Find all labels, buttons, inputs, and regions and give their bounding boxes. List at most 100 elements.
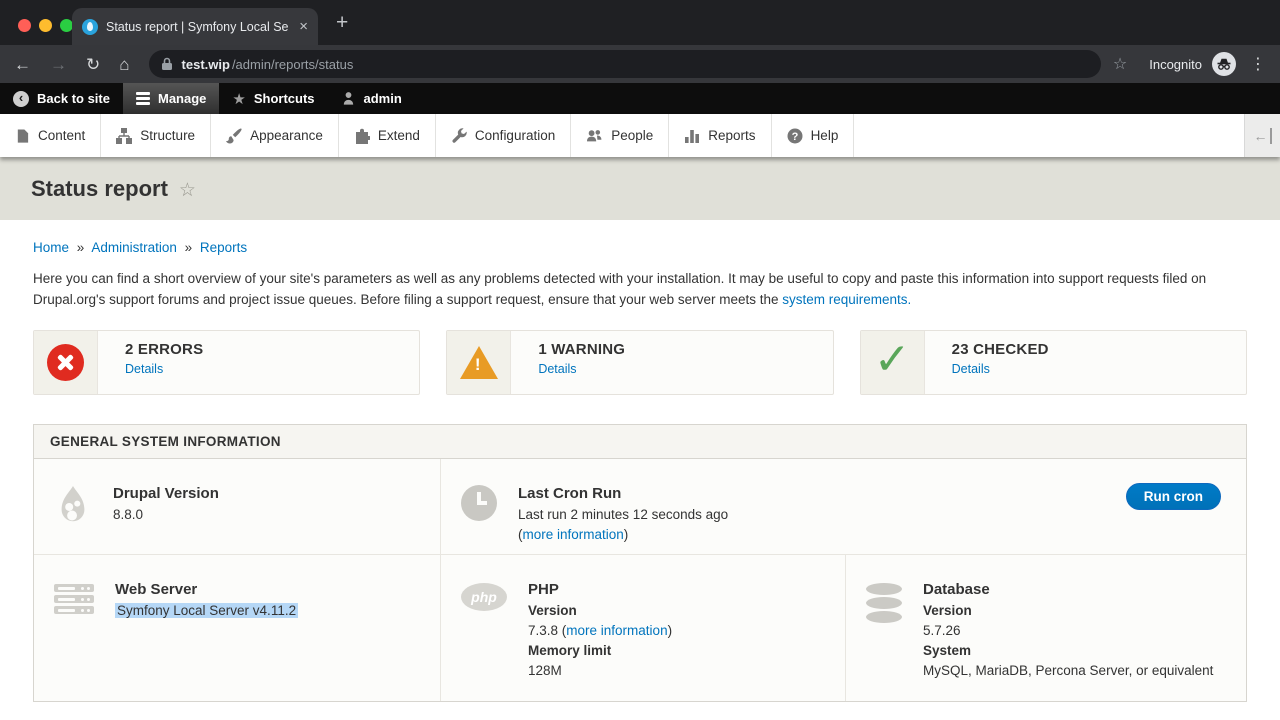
web-server-value-highlighted: Symfony Local Server v4.11.2: [115, 603, 298, 618]
panel-title: GENERAL SYSTEM INFORMATION: [34, 425, 1246, 459]
collapse-icon: ←: [1254, 128, 1272, 144]
reload-icon[interactable]: ↻: [86, 56, 100, 73]
manage-tab[interactable]: Manage: [123, 83, 219, 114]
php-title: PHP: [528, 581, 672, 598]
reports-icon: [684, 128, 700, 144]
menu-item-help[interactable]: ? Help: [772, 114, 855, 157]
errors-count: 2 ERRORS: [125, 341, 203, 358]
url-host: test.wip: [182, 57, 230, 72]
toolbar-orientation-toggle[interactable]: ←: [1244, 114, 1280, 157]
menu-label: Structure: [140, 128, 195, 143]
errors-card: 2 ERRORS Details: [33, 330, 420, 395]
close-window-button[interactable]: [18, 19, 31, 32]
database-cell: Database Version 5.7.26 System MySQL, Ma…: [846, 555, 1246, 701]
lock-icon: [161, 57, 173, 71]
breadcrumb-reports-link[interactable]: Reports: [200, 240, 247, 255]
menu-item-content[interactable]: Content: [0, 114, 101, 157]
web-server-cell: Web Server Symfony Local Server v4.11.2: [34, 555, 441, 701]
appearance-icon: [226, 128, 242, 144]
forward-icon[interactable]: →: [50, 56, 67, 73]
warning-icon: !: [460, 346, 498, 379]
php-icon: php: [461, 583, 507, 611]
php-cell: php PHP Version 7.3.8 (more information)…: [441, 555, 846, 701]
cron-title: Last Cron Run: [518, 485, 728, 502]
menu-item-appearance[interactable]: Appearance: [211, 114, 339, 157]
menu-label: Content: [38, 128, 85, 143]
browser-tab[interactable]: Status report | Symfony Local Se ×: [72, 8, 318, 45]
structure-icon: [116, 128, 132, 144]
home-icon[interactable]: ⌂: [119, 56, 129, 73]
breadcrumb-home-link[interactable]: Home: [33, 240, 69, 255]
admin-menu-bar: Content Structure Appearance Extend Conf…: [0, 114, 1280, 157]
menu-item-people[interactable]: People: [571, 114, 669, 157]
back-icon[interactable]: ←: [14, 56, 31, 73]
last-cron-run-cell: Last Cron Run Last run 2 minutes 12 seco…: [441, 459, 1246, 554]
paren: ): [668, 623, 673, 638]
bookmark-icon[interactable]: ☆: [1113, 54, 1127, 74]
errors-details-link[interactable]: Details: [125, 362, 203, 376]
error-icon: [47, 344, 84, 381]
menu-item-structure[interactable]: Structure: [101, 114, 211, 157]
shortcuts-tab[interactable]: ★ Shortcuts: [219, 83, 327, 114]
incognito-label: Incognito: [1149, 57, 1202, 72]
svg-text:?: ?: [791, 131, 798, 143]
menu-label: Appearance: [250, 128, 323, 143]
drupal-version-cell: Drupal Version 8.8.0: [34, 459, 441, 554]
user-icon: [341, 91, 356, 106]
breadcrumb-separator: »: [77, 240, 85, 255]
shortcuts-label: Shortcuts: [254, 91, 315, 106]
menu-label: Help: [811, 128, 839, 143]
browser-tabstrip: Status report | Symfony Local Se × +: [0, 0, 1280, 45]
drupal-version-value: 8.8.0: [113, 505, 219, 525]
menu-item-configuration[interactable]: Configuration: [436, 114, 571, 157]
new-tab-button[interactable]: +: [336, 11, 348, 35]
address-bar[interactable]: test.wip /admin/reports/status: [149, 50, 1101, 78]
content-icon: [15, 128, 30, 144]
back-to-site-link[interactable]: ‹ Back to site: [0, 83, 123, 114]
breadcrumb-separator: »: [185, 240, 193, 255]
extend-icon: [354, 128, 370, 144]
people-icon: [586, 128, 603, 144]
window-controls: [18, 19, 73, 32]
incognito-icon: [1212, 52, 1236, 76]
database-version-label: Version: [923, 601, 1213, 621]
warnings-icon-cell: !: [447, 331, 511, 394]
warnings-details-link[interactable]: Details: [538, 362, 625, 376]
breadcrumb-administration-link[interactable]: Administration: [91, 240, 177, 255]
database-icon: [866, 581, 902, 701]
database-system-value: MySQL, MariaDB, Percona Server, or equiv…: [923, 661, 1213, 681]
database-system-label: System: [923, 641, 1213, 661]
browser-menu-icon[interactable]: ⋮: [1250, 54, 1266, 74]
php-memory-limit-value: 128M: [528, 661, 672, 681]
page-title: Status report: [31, 176, 168, 202]
checked-details-link[interactable]: Details: [952, 362, 1049, 376]
menu-spacer: [854, 114, 1244, 157]
intro-paragraph: Here you can find a short overview of yo…: [33, 268, 1247, 310]
menu-item-extend[interactable]: Extend: [339, 114, 436, 157]
menu-item-reports[interactable]: Reports: [669, 114, 771, 157]
database-version-value: 5.7.26: [923, 621, 1213, 641]
server-icon: [54, 581, 94, 701]
user-account-tab[interactable]: admin: [328, 83, 415, 114]
menu-label: Extend: [378, 128, 420, 143]
help-icon: ?: [787, 128, 803, 144]
web-server-title: Web Server: [115, 581, 298, 598]
admin-toolbar: ‹ Back to site Manage ★ Shortcuts admin: [0, 83, 1280, 114]
drupal-favicon-icon: [82, 19, 98, 35]
manage-label: Manage: [158, 91, 206, 106]
php-more-information-link[interactable]: more information: [566, 623, 667, 638]
cron-last-run: Last run 2 minutes 12 seconds ago: [518, 505, 728, 525]
system-requirements-link[interactable]: system requirements.: [782, 292, 911, 307]
tab-close-icon[interactable]: ×: [299, 18, 308, 35]
shortcut-toggle-star-icon[interactable]: ☆: [179, 179, 196, 202]
manage-icon: [136, 92, 150, 105]
main-content: Home » Administration » Reports Here you…: [0, 220, 1280, 720]
php-memory-limit-label: Memory limit: [528, 641, 672, 661]
cron-more-information-link[interactable]: more information: [523, 527, 624, 542]
minimize-window-button[interactable]: [39, 19, 52, 32]
warnings-card: ! 1 WARNING Details: [446, 330, 833, 395]
errors-icon-cell: [34, 331, 98, 394]
back-to-site-icon: ‹: [13, 91, 29, 107]
run-cron-button[interactable]: Run cron: [1126, 483, 1221, 510]
paren: ): [624, 527, 629, 542]
